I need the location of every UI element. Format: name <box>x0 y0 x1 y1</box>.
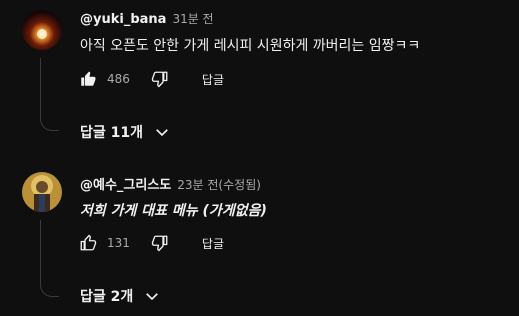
comment-thread: @yuki_bana 31분 전 아직 오픈도 안한 가게 레시피 시원하게 까… <box>0 0 519 160</box>
comment-text: 아직 오픈도 안한 가게 레시피 시원하게 까버리는 임짱ㅋㅋ <box>80 38 421 54</box>
replies-count-label: 답글 2개 <box>80 289 134 305</box>
chevron-down-icon <box>156 129 168 137</box>
reply-button[interactable]: 답글 <box>202 71 224 88</box>
thumbs-up-filled-icon[interactable] <box>78 69 98 89</box>
view-replies-button[interactable]: 답글 11개 <box>80 122 171 142</box>
chevron-down-icon <box>146 293 159 301</box>
comment-text: 저희 가게 대표 메뉴 (가게없음) <box>80 203 267 219</box>
thumbs-down-icon[interactable] <box>150 233 170 253</box>
comment-header: @yuki_bana 31분 전 <box>80 10 214 27</box>
thread-connector <box>40 220 59 297</box>
comment-thread: @예수_그리스도 23분 전(수정됨) 저희 가게 대표 메뉴 (가게없음) 1… <box>0 160 519 316</box>
avatar[interactable] <box>22 172 62 212</box>
view-replies-button[interactable]: 답글 2개 <box>80 286 161 306</box>
like-count: 486 <box>107 72 130 86</box>
comment-actions: 486 답글 <box>78 67 224 91</box>
comment-header: @예수_그리스도 23분 전(수정됨) <box>80 174 261 193</box>
comment-actions: 131 답글 <box>78 231 224 255</box>
author-name[interactable]: @yuki_bana <box>80 12 166 27</box>
thumbs-down-icon[interactable] <box>150 69 170 89</box>
thread-connector <box>40 58 59 131</box>
reply-button[interactable]: 답글 <box>202 235 224 252</box>
comment-time[interactable]: 23분 전(수정됨) <box>177 176 261 193</box>
replies-count-label: 답글 11개 <box>80 125 143 141</box>
avatar[interactable] <box>22 10 62 50</box>
author-name[interactable]: @예수_그리스도 <box>80 174 171 193</box>
like-count: 131 <box>107 236 130 250</box>
comment-time[interactable]: 31분 전 <box>172 10 213 27</box>
thumbs-up-outline-icon[interactable] <box>78 233 98 253</box>
